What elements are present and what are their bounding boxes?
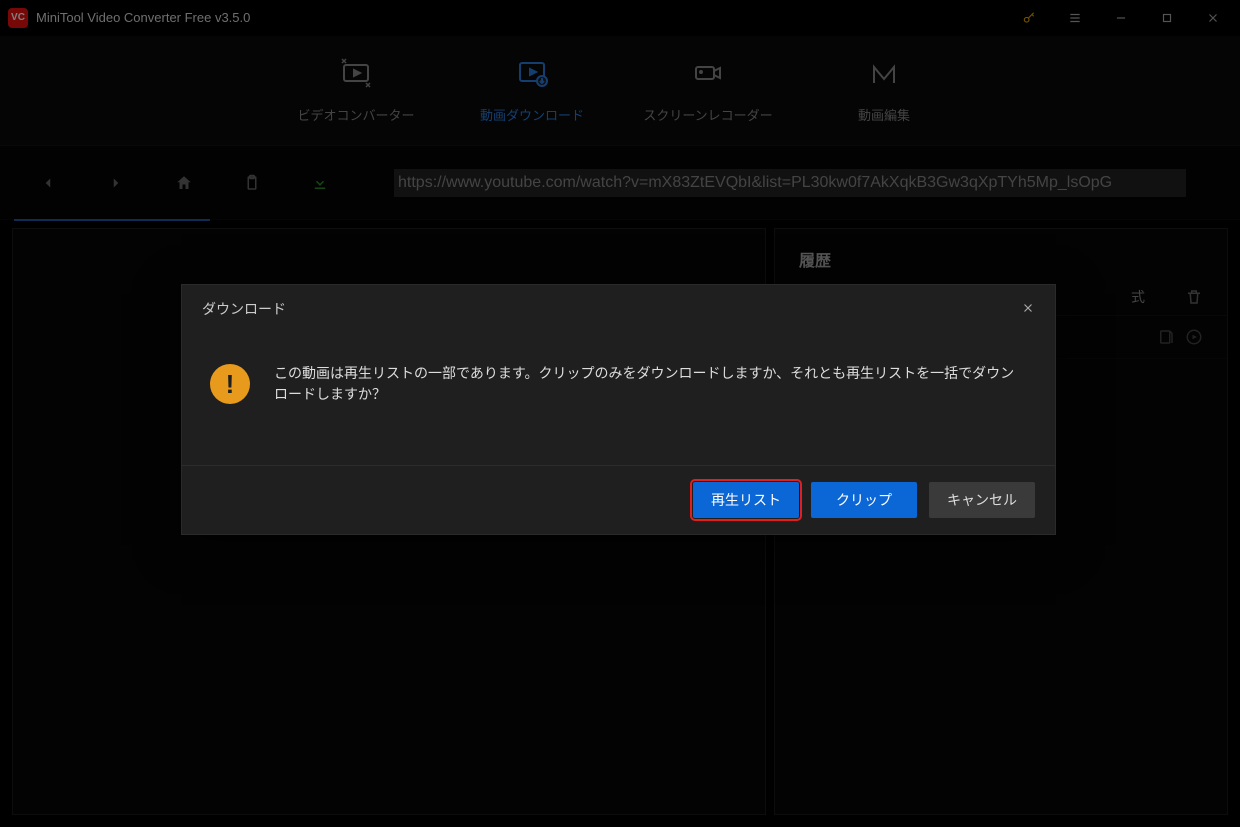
dialog-message: この動画は再生リストの一部であります。クリップのみをダウンロードしますか、それと… [274, 363, 1027, 405]
playlist-button[interactable]: 再生リスト [693, 482, 799, 518]
dialog-actions: 再生リスト クリップ キャンセル [182, 466, 1055, 534]
dialog-title: ダウンロード [202, 299, 286, 319]
dialog-close-button[interactable] [1021, 301, 1035, 318]
warning-icon: ! [210, 364, 250, 404]
download-dialog: ダウンロード ! この動画は再生リストの一部であります。クリップのみをダウンロー… [181, 284, 1056, 535]
cancel-button[interactable]: キャンセル [929, 482, 1035, 518]
clip-button[interactable]: クリップ [811, 482, 917, 518]
dialog-title-bar: ダウンロード [182, 285, 1055, 333]
